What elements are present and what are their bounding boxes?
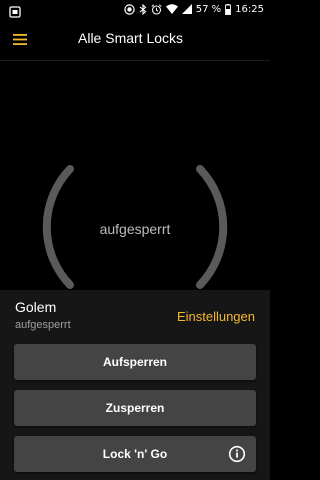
wifi-icon bbox=[165, 4, 178, 14]
unlock-button[interactable]: Aufsperren bbox=[14, 344, 256, 380]
settings-link[interactable]: Einstellungen bbox=[177, 309, 255, 324]
lock-control-panel: Golem aufgesperrt Einstellungen Aufsperr… bbox=[0, 290, 270, 480]
bluetooth-icon bbox=[139, 3, 147, 15]
page-title: Alle Smart Locks bbox=[78, 30, 184, 46]
notification-app-icon bbox=[9, 3, 21, 18]
signal-icon bbox=[181, 4, 192, 14]
lock-n-go-button[interactable]: Lock 'n' Go bbox=[14, 436, 256, 472]
info-icon[interactable] bbox=[228, 445, 246, 463]
screen: 57 % 16:25 Alle Smart Locks aufgesperrt … bbox=[0, 0, 270, 480]
status-icons: 57 % 16:25 bbox=[124, 0, 264, 18]
app-bar: Alle Smart Locks bbox=[0, 18, 270, 60]
device-status: aufgesperrt bbox=[15, 319, 71, 331]
battery-percent: 57 % bbox=[195, 3, 222, 15]
lock-button[interactable]: Zusperren bbox=[14, 390, 256, 426]
device-name: Golem bbox=[15, 299, 57, 315]
status-bar: 57 % 16:25 bbox=[0, 0, 270, 18]
clock: 16:25 bbox=[235, 3, 264, 15]
lock-state-ring bbox=[42, 165, 228, 289]
alarm-icon bbox=[151, 3, 162, 15]
lock-state-label: aufgesperrt bbox=[99, 221, 171, 237]
hamburger-menu-icon[interactable] bbox=[8, 27, 32, 51]
record-icon bbox=[124, 3, 135, 15]
battery-icon bbox=[225, 3, 232, 15]
lock-n-go-label: Lock 'n' Go bbox=[102, 447, 168, 461]
